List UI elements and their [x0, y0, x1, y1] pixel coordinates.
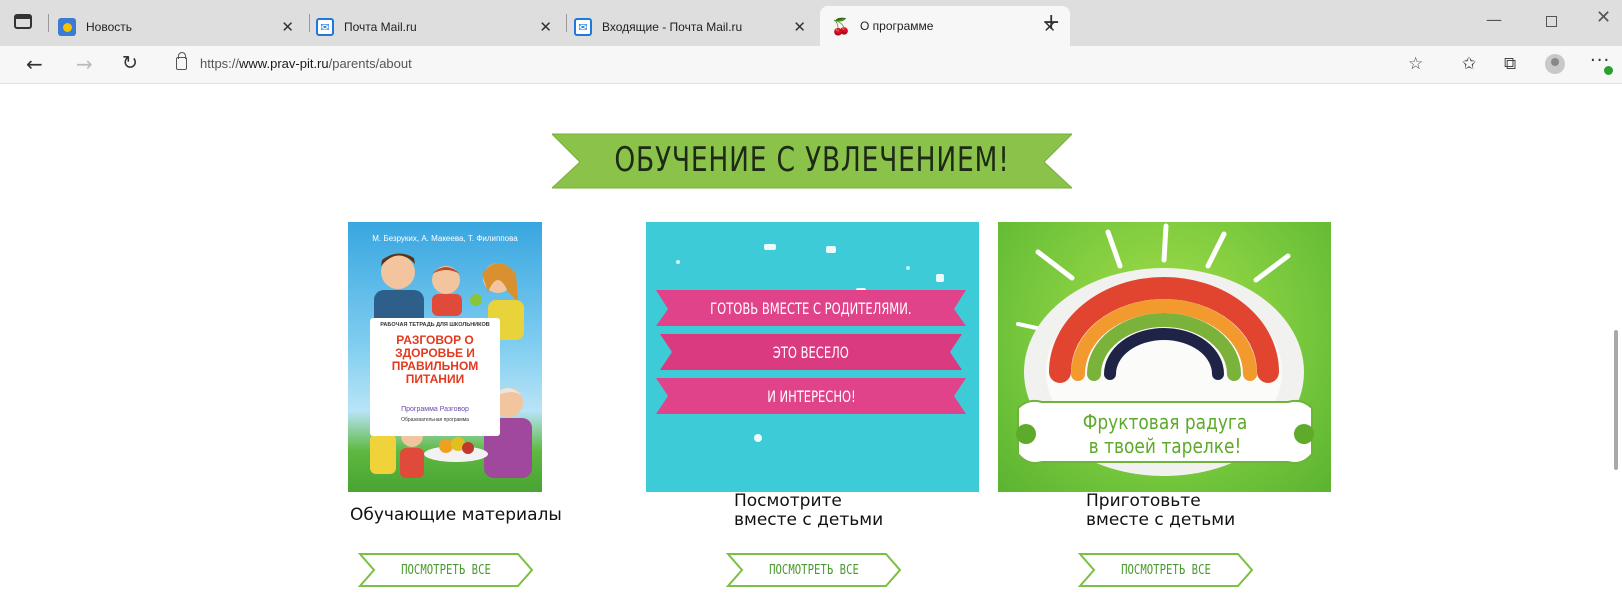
tab-title: Новость: [86, 20, 133, 34]
view-all-watch-button[interactable]: ПОСМОТРЕТЬ ВСЕ: [725, 552, 902, 588]
tab-separator: [48, 14, 49, 32]
view-all-label: ПОСМОТРЕТЬ ВСЕ: [401, 562, 491, 578]
back-icon[interactable]: ←: [26, 52, 43, 76]
profile-avatar-icon[interactable]: [1545, 54, 1565, 74]
close-tab-icon[interactable]: ✕: [793, 18, 806, 36]
cook-with-kids-image[interactable]: Фруктовая радуга в твоей тарелке!: [998, 222, 1331, 492]
learning-materials-image[interactable]: М. Безруких, А. Макеева, Т. Филиппова РА…: [348, 222, 542, 492]
close-window-icon[interactable]: ✕: [1596, 7, 1611, 28]
favorites-icon[interactable]: ✩: [1462, 54, 1476, 74]
close-tab-icon[interactable]: ✕: [539, 18, 552, 36]
reload-icon[interactable]: ↻: [122, 52, 138, 74]
new-tab-icon[interactable]: +: [1042, 10, 1060, 35]
tab-mail[interactable]: Почта Mail.ru ✕: [316, 8, 566, 46]
section-banner: ОБУЧЕНИЕ С УВЛЕЧЕНИЕМ!: [550, 128, 1074, 192]
book-subtitle: РАБОЧАЯ ТЕТРАДЬ ДЛЯ ШКОЛЬНИКОВ: [380, 322, 490, 328]
url-field[interactable]: https://www.prav-pit.ru/parents/about: [200, 56, 412, 71]
view-all-label: ПОСМОТРЕТЬ ВСЕ: [1121, 562, 1211, 578]
mail-favicon-icon: [574, 18, 592, 36]
tab-strip: Новость ✕ Почта Mail.ru ✕ Входящие - Поч…: [0, 0, 1622, 46]
tab-title: О программе: [860, 19, 934, 33]
maximize-icon[interactable]: [1546, 16, 1557, 27]
tab-about-program[interactable]: 🍒 О программе ✕: [820, 6, 1070, 46]
card-caption-materials: Обучающие материалы: [350, 505, 562, 525]
url-domain: www.prav-pit.ru: [239, 56, 329, 71]
book-program-label: Программа Разговор: [401, 406, 469, 413]
close-tab-icon[interactable]: ✕: [281, 18, 294, 36]
tab-separator: [309, 14, 310, 32]
fruit-text-line: в твоей тарелке!: [1088, 434, 1242, 458]
ribbon-line-3: И ИНТЕРЕСНО!: [654, 378, 968, 414]
caption-line: вместе с детьми: [734, 510, 884, 530]
fruit-rainbow-caption: Фруктовая радуга в твоей тарелке!: [1059, 410, 1272, 458]
news-favicon-icon: [58, 18, 76, 36]
tab-actions-icon[interactable]: [14, 14, 32, 29]
ribbon-text-2: ЭТО ВЕСЕЛО: [772, 342, 850, 362]
ribbon-text-3: И ИНТЕРЕСНО!: [766, 386, 856, 406]
minimize-icon[interactable]: —: [1486, 10, 1502, 29]
section-title: ОБУЧЕНИЕ С УВЛЕЧЕНИЕМ!: [614, 140, 1010, 180]
tab-title: Входящие - Почта Mail.ru: [602, 20, 743, 34]
cherry-favicon-icon: 🍒: [831, 16, 851, 36]
add-favorite-icon[interactable]: ☆: [1408, 54, 1423, 74]
caption-line: Приготовьте: [1086, 491, 1201, 511]
tab-novost[interactable]: Новость ✕: [58, 8, 308, 46]
page-scrollbar[interactable]: [1614, 330, 1618, 470]
book-cover-panel: РАБОЧАЯ ТЕТРАДЬ ДЛЯ ШКОЛЬНИКОВ РАЗГОВОР …: [370, 318, 500, 436]
mail-favicon-icon: [316, 18, 334, 36]
tab-separator: [566, 14, 567, 32]
tab-inbox[interactable]: Входящие - Почта Mail.ru ✕: [574, 8, 820, 46]
forward-icon[interactable]: →: [76, 52, 93, 76]
book-program-sublabel: Образовательная программа: [401, 417, 469, 423]
card-caption-watch: Посмотрите вместе с детьми: [734, 492, 883, 530]
notification-dot-icon: [1604, 66, 1613, 75]
watch-with-kids-image[interactable]: ГОТОВЬ ВМЕСТЕ С РОДИТЕЛЯМИ. ЭТО ВЕСЕЛО И…: [646, 222, 979, 492]
ribbon-line-2: ЭТО ВЕСЕЛО: [654, 334, 968, 370]
caption-line: вместе с детьми: [1086, 510, 1236, 530]
collections-icon[interactable]: ⧉: [1504, 54, 1516, 74]
view-all-cook-button[interactable]: ПОСМОТРЕТЬ ВСЕ: [1077, 552, 1254, 588]
view-all-materials-button[interactable]: ПОСМОТРЕТЬ ВСЕ: [357, 552, 534, 588]
book-title: РАЗГОВОР О ЗДОРОВЬЕ И ПРАВИЛЬНОМ ПИТАНИИ: [391, 333, 479, 386]
lock-icon[interactable]: [176, 52, 187, 70]
fruit-text-line: Фруктовая радуга: [1082, 410, 1248, 434]
url-scheme: https://: [200, 56, 240, 71]
card-caption-cook: Приготовьте вместе с детьми: [1086, 492, 1235, 530]
caption-line: Посмотрите: [734, 491, 842, 511]
view-all-label: ПОСМОТРЕТЬ ВСЕ: [769, 562, 859, 578]
tab-title: Почта Mail.ru: [344, 20, 417, 34]
url-path: /parents/about: [328, 56, 412, 71]
ribbon-text-1: ГОТОВЬ ВМЕСТЕ С РОДИТЕЛЯМИ.: [710, 298, 912, 318]
ribbon-line-1: ГОТОВЬ ВМЕСТЕ С РОДИТЕЛЯМИ.: [654, 290, 968, 326]
address-bar: ← → ↻ https://www.prav-pit.ru/parents/ab…: [0, 46, 1622, 84]
